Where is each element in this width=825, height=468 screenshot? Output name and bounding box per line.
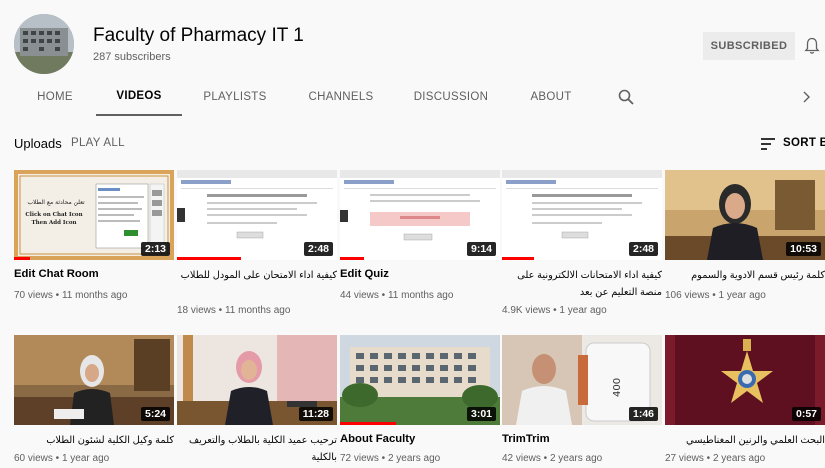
- video-thumbnail[interactable]: 5:24: [14, 335, 174, 425]
- video-meta: 42 views • 2 years ago: [502, 453, 603, 464]
- video-duration: 0:57: [791, 407, 821, 421]
- video-thumbnail[interactable]: 2:48: [177, 170, 337, 260]
- video-thumbnail[interactable]: 10:53: [665, 170, 825, 260]
- watch-progress-bar: [340, 422, 396, 425]
- chevron-right-icon[interactable]: [798, 88, 816, 106]
- video-title[interactable]: كلمة رئيس قسم الادوية والسموم: [665, 267, 825, 284]
- video-meta: 4.9K views • 1 year ago: [502, 305, 607, 316]
- bell-icon[interactable]: [804, 37, 820, 55]
- video-thumbnail[interactable]: 9:14: [340, 170, 500, 260]
- video-title[interactable]: TrimTrim: [502, 432, 662, 447]
- video-card[interactable]: تعلن محادثة مع الطلاب Click on Chat Icon…: [14, 170, 174, 305]
- video-title[interactable]: Edit Quiz: [340, 267, 500, 282]
- uploads-bar: Uploads PLAY ALL SORT BY: [0, 130, 825, 158]
- video-thumbnail[interactable]: 3:01: [340, 335, 500, 425]
- channel-tabs: HOME VIDEOS PLAYLISTS CHANNELS DISCUSSIO…: [0, 78, 825, 116]
- video-meta: 60 views • 1 year ago: [14, 453, 110, 464]
- video-card[interactable]: 11:28 ترحيب عميد الكلية بالطلاب والتعريف…: [177, 335, 337, 468]
- video-title[interactable]: كلمة وكيل الكلية لشئون الطلاب: [14, 432, 174, 449]
- video-card[interactable]: 400 1:46 TrimTrim 42 views • 2 years ago: [502, 335, 662, 468]
- search-icon[interactable]: [617, 88, 635, 106]
- video-thumbnail[interactable]: 400 1:46: [502, 335, 662, 425]
- video-duration: 2:13: [140, 242, 170, 256]
- video-duration: 3:01: [466, 407, 496, 421]
- video-duration: 10:53: [786, 242, 821, 256]
- video-title[interactable]: البحث العلمي والرنين المغناطيسي: [665, 432, 825, 449]
- video-duration: 1:46: [628, 407, 658, 421]
- sort-icon[interactable]: [760, 137, 776, 151]
- video-title[interactable]: كيفية اداء الامتحان على المودل للطلاب: [177, 267, 337, 284]
- play-all-button[interactable]: PLAY ALL: [71, 137, 125, 149]
- video-title[interactable]: About Faculty: [340, 432, 500, 447]
- uploads-title: Uploads: [14, 136, 62, 151]
- tab-playlists[interactable]: PLAYLISTS: [196, 78, 274, 116]
- sort-by-button[interactable]: SORT BY: [783, 137, 825, 149]
- video-meta: 70 views • 11 months ago: [14, 290, 128, 301]
- video-meta: 27 views • 2 years ago: [665, 453, 766, 464]
- svg-text:400: 400: [612, 378, 623, 397]
- channel-avatar[interactable]: [14, 14, 74, 74]
- video-meta: 106 views • 1 year ago: [665, 290, 766, 301]
- video-meta: 18 views • 11 months ago: [177, 305, 291, 316]
- video-card[interactable]: 2:48 كيفية اداء الامتحان على المودل للطل…: [177, 170, 337, 320]
- thumb-caption-line-1: Click on Chat Icon: [25, 212, 82, 218]
- subscriber-count: 287 subscribers: [93, 51, 171, 63]
- video-card[interactable]: 5:24 كلمة وكيل الكلية لشئون الطلاب 60 vi…: [14, 335, 174, 468]
- watch-progress-bar: [340, 257, 364, 260]
- video-title[interactable]: كيفية اداء الامتحانات الالكترونية على من…: [502, 267, 662, 301]
- video-title[interactable]: Edit Chat Room: [14, 267, 174, 282]
- video-meta: 44 views • 11 months ago: [340, 290, 454, 301]
- video-card[interactable]: 9:14 Edit Quiz 44 views • 11 months ago: [340, 170, 500, 305]
- tab-channels[interactable]: CHANNELS: [302, 78, 380, 116]
- channel-header: Faculty of Pharmacy IT 1 287 subscribers…: [0, 0, 825, 78]
- video-duration: 5:24: [140, 407, 170, 421]
- watch-progress-bar: [14, 257, 30, 260]
- video-duration: 2:48: [303, 242, 333, 256]
- thumb-caption-line-2: Then Add Icon: [32, 220, 77, 226]
- watch-progress-bar: [502, 257, 534, 260]
- thumb-caption-arabic: تعلن محادثة مع الطلاب: [27, 199, 85, 206]
- tab-discussion[interactable]: DISCUSSION: [408, 78, 494, 116]
- video-duration: 2:48: [628, 242, 658, 256]
- channel-name[interactable]: Faculty of Pharmacy IT 1: [93, 25, 304, 47]
- tab-about[interactable]: ABOUT: [522, 78, 580, 116]
- video-thumbnail[interactable]: 0:57: [665, 335, 825, 425]
- watch-progress-bar: [177, 257, 241, 260]
- tab-videos[interactable]: VIDEOS: [96, 78, 182, 116]
- video-card[interactable]: 10:53 كلمة رئيس قسم الادوية والسموم 106 …: [665, 170, 825, 305]
- video-duration: 9:14: [466, 242, 496, 256]
- video-title[interactable]: ترحيب عميد الكلية بالطلاب والتعريف بالكل…: [177, 432, 337, 466]
- video-thumbnail[interactable]: 2:48: [502, 170, 662, 260]
- video-card[interactable]: 2:48 كيفية اداء الامتحانات الالكترونية ع…: [502, 170, 662, 320]
- video-card[interactable]: 0:57 البحث العلمي والرنين المغناطيسي 27 …: [665, 335, 825, 468]
- video-thumbnail[interactable]: تعلن محادثة مع الطلاب Click on Chat Icon…: [14, 170, 174, 260]
- video-duration: 11:28: [298, 407, 333, 421]
- video-card[interactable]: 3:01 About Faculty 72 views • 2 years ag…: [340, 335, 500, 468]
- video-meta: 72 views • 2 years ago: [340, 453, 441, 464]
- subscribed-button[interactable]: SUBSCRIBED: [703, 32, 795, 60]
- video-thumbnail[interactable]: 11:28: [177, 335, 337, 425]
- tab-home[interactable]: HOME: [26, 78, 84, 116]
